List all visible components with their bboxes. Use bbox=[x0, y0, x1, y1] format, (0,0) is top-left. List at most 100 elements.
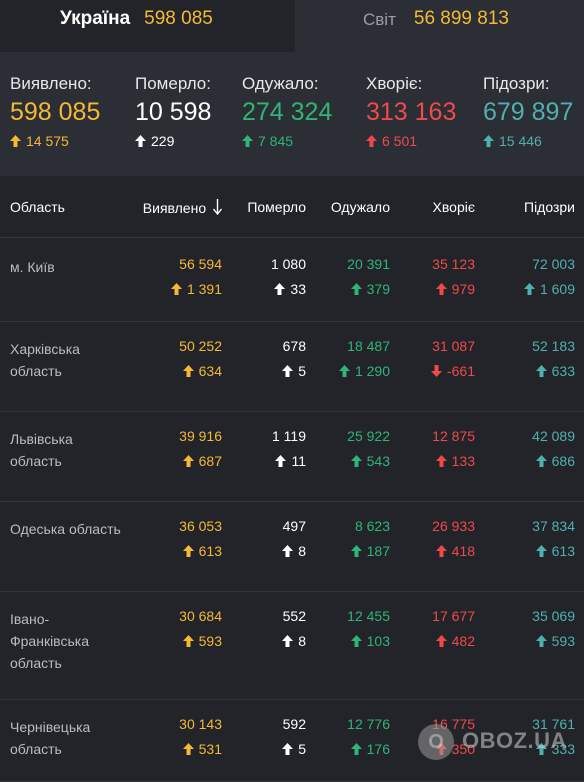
died-value: 678 bbox=[282, 338, 306, 354]
recovered-value: 12 776 bbox=[347, 716, 390, 732]
summary-recovered-delta: 7 845 bbox=[242, 133, 332, 149]
died-delta: 33 bbox=[271, 281, 306, 297]
arrow-up-icon bbox=[182, 365, 194, 377]
sick-delta: 482 bbox=[432, 633, 475, 649]
suspected-value: 52 183 bbox=[532, 338, 575, 354]
table-header: Область Виявлено Померло Одужало Хворіє … bbox=[0, 176, 584, 238]
sick-value: 26 933 bbox=[432, 518, 475, 534]
region-name: Одеська область bbox=[10, 521, 121, 537]
recovered-delta-value: 176 bbox=[366, 741, 390, 757]
arrow-up-icon bbox=[275, 455, 287, 467]
summary-suspected-label: Підозри: bbox=[483, 74, 550, 93]
detected-delta-value: 531 bbox=[198, 741, 222, 757]
recovered-value: 25 922 bbox=[347, 428, 390, 444]
summary-recovered-label: Одужало: bbox=[242, 74, 319, 93]
recovered-delta-value: 543 bbox=[366, 453, 390, 469]
sick-delta: 133 bbox=[432, 453, 475, 469]
summary-died-delta-value: 229 bbox=[151, 133, 175, 149]
summary-died-delta: 229 bbox=[135, 133, 211, 149]
oboz-logo-text: OBOZ.UA bbox=[462, 728, 567, 753]
died-cell: 497 8 bbox=[282, 518, 306, 559]
summary-sick-delta: 6 501 bbox=[366, 133, 456, 149]
sick-delta: 418 bbox=[432, 543, 475, 559]
sick-cell: 17 677 482 bbox=[432, 608, 475, 649]
detected-delta: 531 bbox=[179, 741, 222, 757]
suspected-delta: 613 bbox=[532, 543, 575, 559]
table-row[interactable]: Львівська область 39 916 687 1 119 11 25 922 5… bbox=[0, 412, 584, 502]
table-row[interactable]: м. Київ 56 594 1 391 1 080 33 20 391 379 35 123… bbox=[0, 240, 584, 322]
table-row[interactable]: Одеська область 36 053 613 497 8 8 623 187 26 9… bbox=[0, 502, 584, 592]
arrow-up-icon bbox=[435, 635, 447, 647]
detected-value: 50 252 bbox=[179, 338, 222, 354]
column-header-suspected[interactable]: Підозри bbox=[524, 199, 575, 215]
oboz-watermark: O OBOZ.UA bbox=[418, 716, 578, 776]
column-header-recovered[interactable]: Одужало bbox=[331, 199, 390, 215]
summary-detected-delta-value: 14 575 bbox=[26, 133, 69, 149]
suspected-delta: 593 bbox=[532, 633, 575, 649]
tab-world[interactable]: Світ 56 899 813 bbox=[295, 0, 584, 52]
recovered-cell: 18 487 1 290 bbox=[338, 338, 390, 379]
died-value: 497 bbox=[282, 518, 306, 534]
died-delta-value: 5 bbox=[298, 363, 306, 379]
suspected-delta-value: 1 609 bbox=[539, 281, 575, 297]
recovered-value: 12 455 bbox=[347, 608, 390, 624]
recovered-cell: 12 455 103 bbox=[347, 608, 390, 649]
suspected-delta-value: 593 bbox=[551, 633, 575, 649]
summary-died-label: Померло: bbox=[135, 74, 211, 93]
tab-ukraine[interactable]: Україна 598 085 bbox=[0, 0, 295, 52]
suspected-cell: 42 089 686 bbox=[532, 428, 575, 469]
summary-sick-value: 313 163 bbox=[366, 98, 457, 126]
arrow-up-icon bbox=[170, 283, 182, 295]
died-value: 552 bbox=[282, 608, 306, 624]
detected-delta: 593 bbox=[179, 633, 222, 649]
arrow-up-icon bbox=[435, 545, 447, 557]
region-name: Івано-Франківська область bbox=[10, 611, 89, 671]
table-row[interactable]: Харківська область 50 252 634 678 5 18 487 1 2… bbox=[0, 322, 584, 412]
detected-cell: 30 143 531 bbox=[179, 716, 222, 757]
detected-value: 30 684 bbox=[179, 608, 222, 624]
column-header-region[interactable]: Область bbox=[10, 199, 65, 215]
sick-value: 31 087 bbox=[432, 338, 475, 354]
summary-suspected-delta: 15 446 bbox=[483, 133, 573, 149]
summary-detected-delta: 14 575 bbox=[10, 133, 100, 149]
arrow-up-icon bbox=[366, 135, 377, 147]
suspected-delta-value: 686 bbox=[551, 453, 575, 469]
recovered-delta-value: 379 bbox=[366, 281, 390, 297]
sick-delta: 979 bbox=[432, 281, 475, 297]
died-delta-value: 8 bbox=[298, 633, 306, 649]
arrow-up-icon bbox=[182, 455, 194, 467]
suspected-delta-value: 613 bbox=[551, 543, 575, 559]
died-cell: 1 119 11 bbox=[272, 428, 306, 469]
table-row[interactable]: Івано-Франківська область 30 684 593 552 8 12… bbox=[0, 592, 584, 700]
arrow-up-icon bbox=[435, 455, 447, 467]
column-header-sick[interactable]: Хворіє bbox=[433, 199, 475, 215]
recovered-delta: 176 bbox=[347, 741, 390, 757]
recovered-delta: 103 bbox=[347, 633, 390, 649]
recovered-value: 20 391 bbox=[347, 256, 390, 272]
summary-sick-delta-value: 6 501 bbox=[382, 133, 418, 149]
died-delta-value: 11 bbox=[291, 453, 306, 469]
suspected-delta: 1 609 bbox=[523, 281, 575, 297]
column-header-died[interactable]: Померло bbox=[247, 199, 306, 215]
arrow-up-icon bbox=[535, 545, 547, 557]
arrow-up-icon bbox=[338, 365, 350, 377]
summary-detected-value: 598 085 bbox=[10, 98, 101, 126]
suspected-cell: 52 183 633 bbox=[532, 338, 575, 379]
recovered-delta-value: 1 290 bbox=[354, 363, 390, 379]
column-header-detected[interactable]: Виявлено bbox=[143, 199, 223, 218]
detected-delta-value: 1 391 bbox=[186, 281, 222, 297]
died-cell: 592 5 bbox=[282, 716, 306, 757]
recovered-value: 8 623 bbox=[354, 518, 390, 534]
sick-delta-value: 133 bbox=[451, 453, 475, 469]
region-name: м. Київ bbox=[10, 259, 55, 275]
suspected-cell: 72 003 1 609 bbox=[523, 256, 575, 297]
detected-delta: 613 bbox=[179, 543, 222, 559]
suspected-value: 42 089 bbox=[532, 428, 575, 444]
sick-delta-value: 482 bbox=[451, 633, 475, 649]
summary-sick: Хворіє: 313 163 6 501 bbox=[366, 74, 456, 149]
died-delta: 11 bbox=[272, 453, 306, 469]
died-delta-value: 5 bbox=[298, 741, 306, 757]
arrow-up-icon bbox=[282, 545, 294, 557]
region-name: Львівська область bbox=[10, 431, 73, 469]
detected-value: 30 143 bbox=[179, 716, 222, 732]
